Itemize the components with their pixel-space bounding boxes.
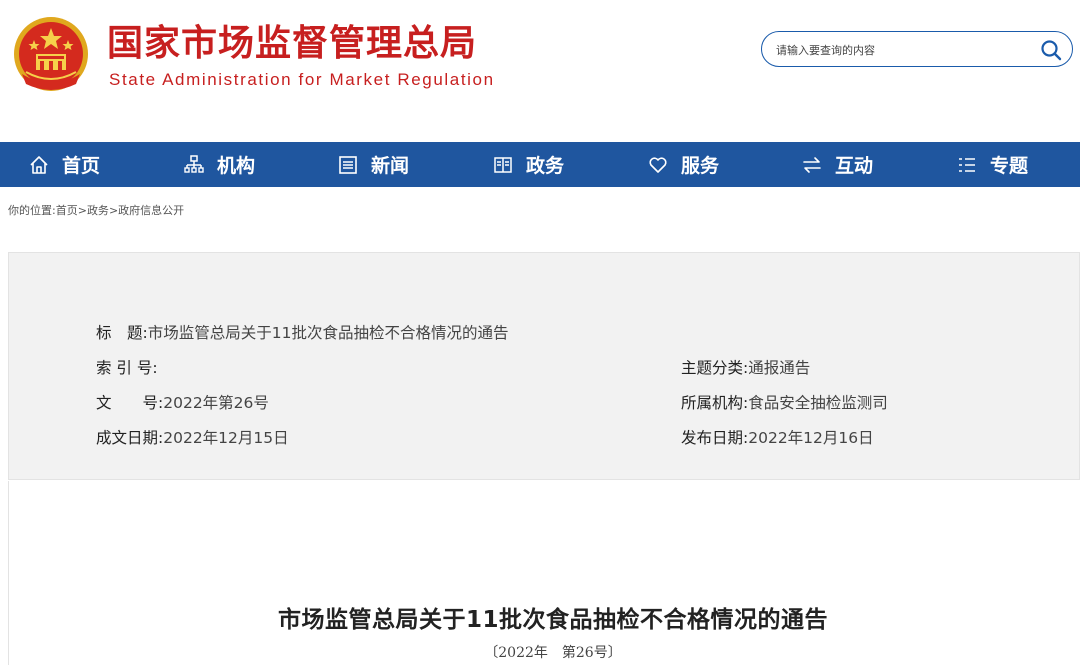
info-published-value: 2022年12月16日 [748, 429, 874, 447]
home-icon [28, 154, 50, 176]
main-nav: 首页 机构 新闻 政务 服务 互动 专题 [0, 142, 1080, 187]
affairs-icon [492, 154, 514, 176]
info-agency-row: 所属机构:食品安全抽检监测司 [681, 391, 888, 413]
info-category-row: 主题分类:通报通告 [681, 356, 810, 378]
info-docno-row: 文 号:2022年第26号 [96, 391, 269, 413]
document-title: 市场监管总局关于11批次食品抽检不合格情况的通告 [277, 607, 828, 633]
org-chart-icon [183, 154, 205, 176]
national-emblem-icon [14, 17, 88, 91]
breadcrumb-home-link[interactable]: 首页 [56, 204, 78, 217]
document-content-area [8, 481, 1080, 665]
nav-label: 政务 [526, 155, 565, 177]
breadcrumb-separator: > [77, 204, 87, 217]
news-icon [337, 154, 359, 176]
info-docno-label: 文 号: [96, 394, 164, 412]
nav-label: 互动 [835, 155, 874, 177]
info-published-label: 发布日期: [681, 429, 749, 447]
info-title-label: 标 题: [96, 324, 148, 342]
nav-label: 机构 [217, 155, 256, 177]
info-category-value: 通报通告 [748, 359, 811, 377]
info-created-row: 成文日期:2022年12月15日 [96, 426, 289, 448]
document-number: 〔2022年 第26号〕 [484, 645, 622, 661]
nav-item-news[interactable]: 新闻 [337, 142, 409, 187]
breadcrumb: 你的位置:首页>政务>政府信息公开 [8, 202, 184, 218]
nav-item-organization[interactable]: 机构 [183, 142, 255, 187]
nav-label: 服务 [681, 155, 720, 177]
site-title: 国家市场监督管理总局 [107, 23, 478, 64]
info-agency-value: 食品安全抽检监测司 [748, 394, 888, 412]
info-title-row: 标 题:市场监管总局关于11批次食品抽检不合格情况的通告 [96, 321, 508, 343]
info-index-row: 索 引 号: [96, 356, 158, 378]
info-created-label: 成文日期: [96, 429, 164, 447]
search-icon[interactable] [1040, 39, 1062, 61]
nav-item-topics[interactable]: 专题 [956, 142, 1028, 187]
heart-icon [647, 154, 669, 176]
breadcrumb-prefix: 你的位置: [8, 204, 56, 217]
nav-item-interaction[interactable]: 互动 [801, 142, 873, 187]
info-published-row: 发布日期:2022年12月16日 [681, 426, 874, 448]
info-docno-value: 2022年第26号 [163, 394, 269, 412]
nav-label: 新闻 [371, 155, 410, 177]
site-subtitle: State Administration for Market Regulati… [109, 70, 495, 89]
nav-label: 首页 [62, 155, 101, 177]
info-title-value: 市场监管总局关于11批次食品抽检不合格情况的通告 [147, 324, 509, 342]
info-index-label: 索 引 号: [96, 359, 158, 377]
site-header: 国家市场监督管理总局 State Administration for Mark… [0, 0, 1080, 142]
nav-label: 专题 [990, 155, 1029, 177]
nav-item-services[interactable]: 服务 [647, 142, 719, 187]
breadcrumb-public-info-link[interactable]: 政府信息公开 [118, 204, 184, 217]
nav-item-affairs[interactable]: 政务 [492, 142, 564, 187]
search-input[interactable] [774, 38, 1028, 62]
exchange-icon [801, 154, 823, 176]
breadcrumb-separator: > [108, 204, 119, 217]
info-category-label: 主题分类: [681, 359, 749, 377]
info-agency-label: 所属机构: [681, 394, 749, 412]
nav-item-home[interactable]: 首页 [28, 142, 100, 187]
list-icon [956, 154, 978, 176]
breadcrumb-affairs-link[interactable]: 政务 [87, 204, 109, 217]
search-box [761, 31, 1073, 67]
info-created-value: 2022年12月15日 [163, 429, 289, 447]
